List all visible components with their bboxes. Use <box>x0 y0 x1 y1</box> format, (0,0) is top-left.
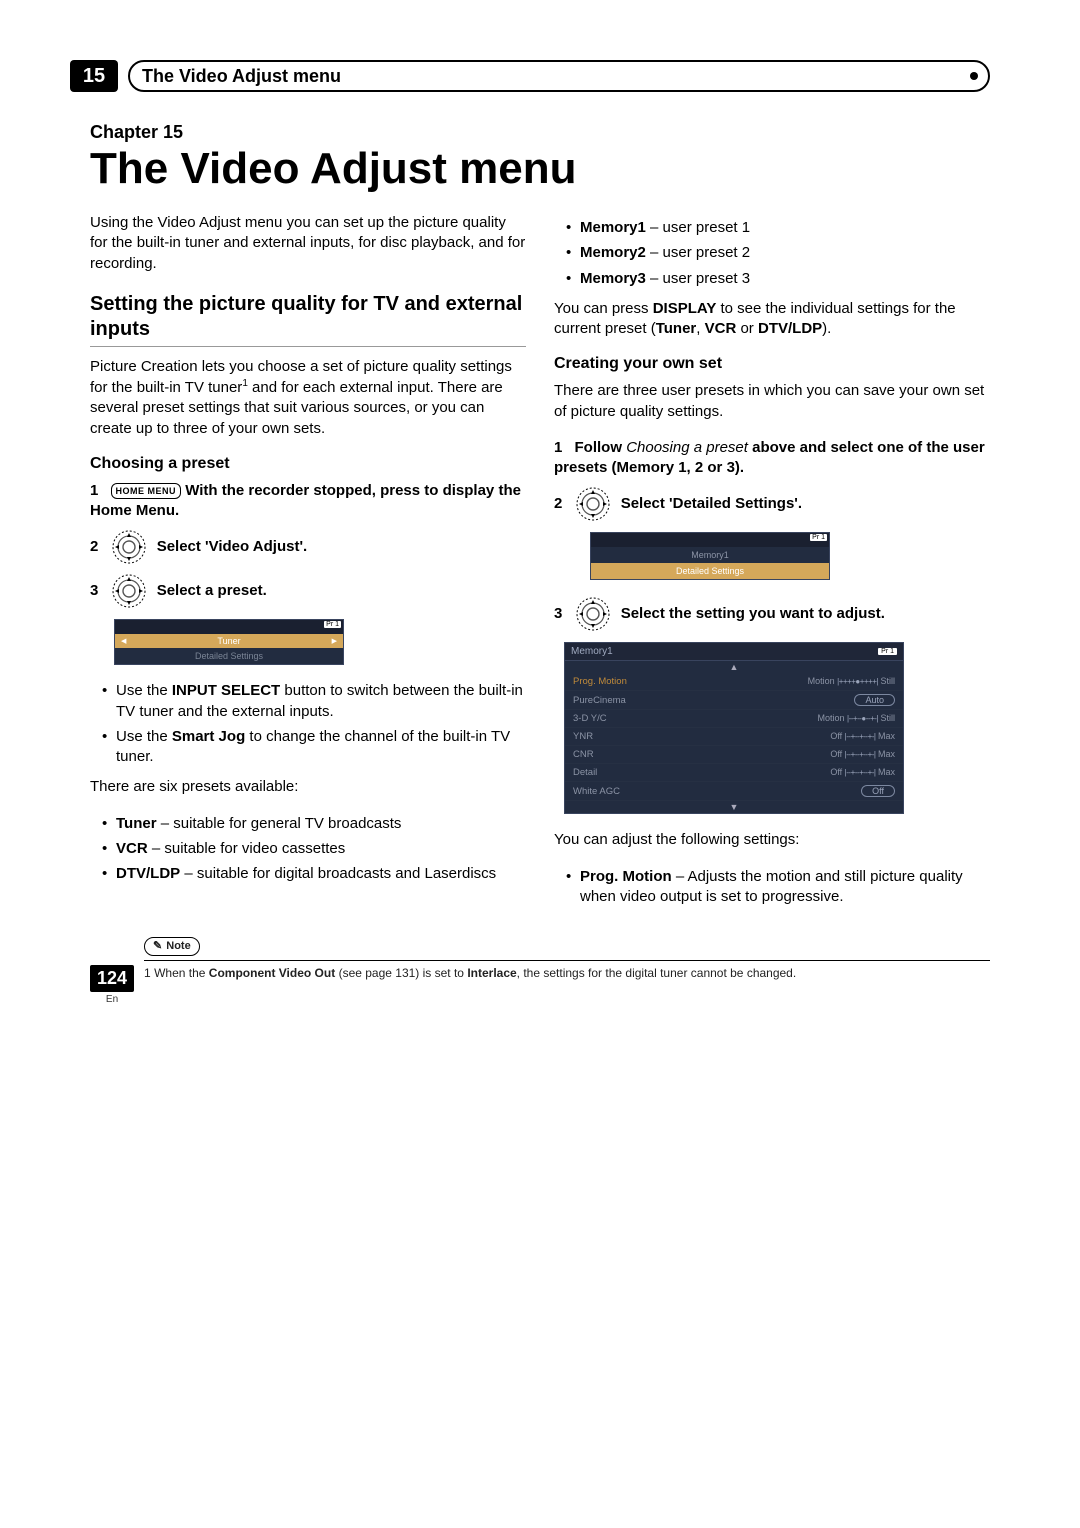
dial-icon <box>575 596 611 632</box>
settings-row: CNR Off |--+--+--+-| Max <box>565 746 903 764</box>
ui2-row1: Memory1 <box>591 547 829 563</box>
cstep-3: 3 Select the setting you want to adjust. <box>554 596 990 632</box>
preset-vcr: VCR – suitable for video cassettes <box>102 839 526 859</box>
intro-paragraph: Using the Video Adjust menu you can set … <box>90 213 526 274</box>
cstep-3-text: Select the setting you want to adjust. <box>621 605 885 622</box>
settings-row-value: Off |--+--+--+-| Max <box>830 767 895 778</box>
page-number: 124 <box>90 965 134 992</box>
footnote-text: 1 When the Component Video Out (see page… <box>144 965 990 982</box>
ui1-selected: Tuner <box>217 636 240 646</box>
adjust-intro: You can adjust the following settings: <box>554 830 990 850</box>
dial-icon <box>111 573 147 609</box>
presets-intro: There are six presets available: <box>90 777 526 797</box>
settings-row-value: Motion |++++●++++| Still <box>808 676 895 687</box>
page-number-block: 124 En <box>90 937 134 1005</box>
ui-preview-preset: Pr 1 ◀ Tuner ▶ Detailed Settings <box>114 619 344 665</box>
dial-icon <box>111 529 147 565</box>
settings-row-value: Motion |--+--●--+-| Still <box>817 713 895 724</box>
page-title: The Video Adjust menu <box>90 147 990 191</box>
bullet-smart-jog: Use the Smart Jog to change the channel … <box>102 727 526 768</box>
subsection-choosing: Choosing a preset <box>90 455 526 473</box>
bullet-input-select: Use the INPUT SELECT button to switch be… <box>102 681 526 722</box>
dial-icon <box>575 486 611 522</box>
preset-memory1: Memory1 – user preset 1 <box>566 218 990 238</box>
settings-row-label: White AGC <box>573 786 620 797</box>
settings-row-value: Off <box>861 785 895 797</box>
settings-row-value: Auto <box>854 694 895 706</box>
settings-row: 3-D Y/C Motion |--+--●--+-| Still <box>565 710 903 728</box>
ui-preview-detailed: Pr 1 Memory1 Detailed Settings <box>590 532 830 580</box>
settings-row-label: CNR <box>573 749 594 760</box>
cstep-3-num: 3 <box>554 605 562 622</box>
settings-row: PureCinema Auto <box>565 691 903 710</box>
step-3-text: Select a preset. <box>157 582 267 599</box>
settings-row: Detail Off |--+--+--+-| Max <box>565 764 903 782</box>
settings-row: YNR Off |--+--+--+-| Max <box>565 728 903 746</box>
cstep-2: 2 Select 'Detailed Settings'. <box>554 486 990 522</box>
down-arrow-icon: ▼ <box>565 801 903 813</box>
preset-memory2: Memory2 – user preset 2 <box>566 243 990 263</box>
adjust-prog-motion: Prog. Motion – Adjusts the motion and st… <box>566 867 990 908</box>
section-heading-pq: Setting the picture quality for TV and e… <box>90 292 526 342</box>
settings-row: White AGC Off <box>565 782 903 801</box>
settings-row-label: 3-D Y/C <box>573 713 607 724</box>
note-label: ✎ Note <box>144 937 200 956</box>
settings-row-value: Off |--+--+--+-| Max <box>830 731 895 742</box>
step-2: 2 Select 'Video Adjust'. <box>90 529 526 565</box>
subsection-creating: Creating your own set <box>554 355 990 373</box>
preset-tuner: Tuner – suitable for general TV broadcas… <box>102 814 526 834</box>
settings-row-label: PureCinema <box>573 695 626 706</box>
section-rule <box>90 346 526 347</box>
settings-row-label: YNR <box>573 731 593 742</box>
chapter-title-pill: The Video Adjust menu <box>128 60 990 92</box>
settings-row-label: Detail <box>573 767 597 778</box>
right-arrow-icon: ▶ <box>332 637 337 645</box>
creating-para: There are three user presets in which yo… <box>554 381 990 422</box>
ui1-badge: Pr 1 <box>324 621 341 628</box>
cstep-2-num: 2 <box>554 495 562 512</box>
display-para: You can press DISPLAY to see the individ… <box>554 299 990 340</box>
pq-paragraph: Picture Creation lets you choose a set o… <box>90 357 526 439</box>
left-arrow-icon: ◀ <box>121 637 126 645</box>
step-2-text: Select 'Video Adjust'. <box>157 538 308 555</box>
pencil-icon: ✎ <box>153 939 162 954</box>
settings-row-value: Off |--+--+--+-| Max <box>830 749 895 760</box>
chapter-label: Chapter 15 <box>90 122 990 143</box>
step-2-num: 2 <box>90 538 98 555</box>
cstep-2-text: Select 'Detailed Settings'. <box>621 495 802 512</box>
chapter-bar: 15 The Video Adjust menu <box>70 60 990 92</box>
settings-row: Prog. Motion Motion |++++●++++| Still <box>565 673 903 691</box>
chapter-number-box: 15 <box>70 60 118 92</box>
preset-dtv: DTV/LDP – suitable for digital broadcast… <box>102 864 526 884</box>
up-arrow-icon: ▲ <box>565 661 903 673</box>
preset-memory3: Memory3 – user preset 3 <box>566 269 990 289</box>
ui2-row2: Detailed Settings <box>591 563 829 579</box>
settings-row-label: Prog. Motion <box>573 676 627 687</box>
note-rule <box>144 960 990 961</box>
ui1-dim-row: Detailed Settings <box>115 648 343 664</box>
ui-preview-settings-list: Memory1 Pr 1 ▲ Prog. Motion Motion |++++●+… <box>564 642 904 814</box>
page-language: En <box>90 994 134 1005</box>
step-3: 3 Select a preset. <box>90 573 526 609</box>
ui3-title: Memory1 <box>571 646 613 657</box>
cstep-1: 1 Follow Choosing a preset above and sel… <box>554 438 990 479</box>
cstep-1-num: 1 <box>554 439 562 456</box>
home-menu-icon: HOME MENU <box>111 483 182 499</box>
step-1: 1 HOME MENU With the recorder stopped, p… <box>90 481 526 522</box>
step-1-num: 1 <box>90 482 98 499</box>
step-3-num: 3 <box>90 582 98 599</box>
ui3-badge: Pr 1 <box>878 648 897 655</box>
chapter-title-text: The Video Adjust menu <box>142 66 341 87</box>
ui2-badge: Pr 1 <box>810 534 827 541</box>
